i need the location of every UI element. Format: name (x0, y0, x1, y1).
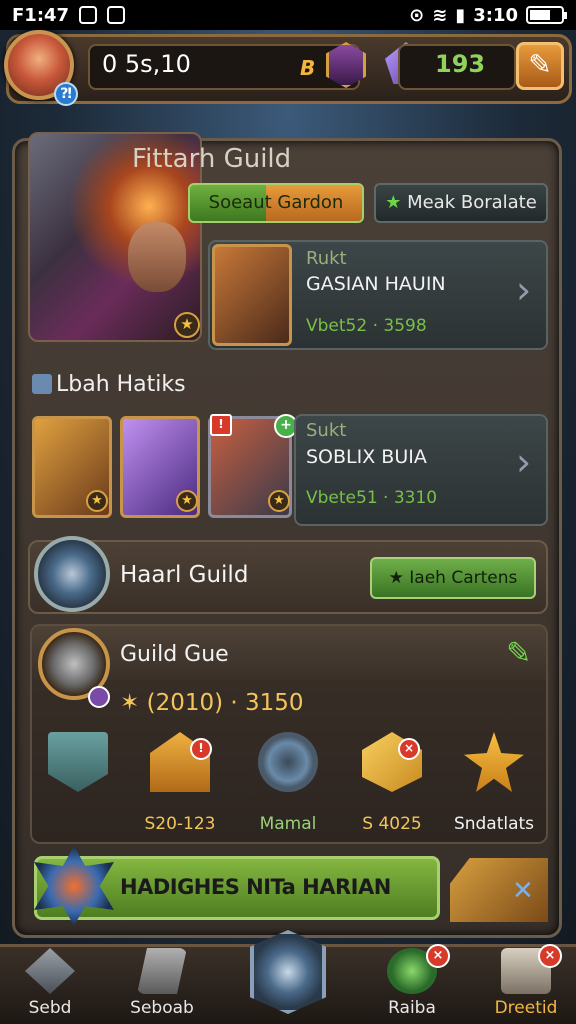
guild-gue-title: Guild Gue (120, 642, 229, 667)
reward-item-1[interactable]: . (30, 732, 126, 834)
reward-item-3-label: Mamal (259, 814, 317, 834)
guild-emblem-icon (34, 536, 110, 612)
notification-icon (79, 6, 98, 24)
star-icon: ★ (385, 192, 402, 213)
boralate-button[interactable]: ★ Meak Boralate (374, 183, 548, 223)
alert-badge-icon: × (398, 738, 420, 760)
card2-label: Sukt (306, 420, 347, 441)
guild-gue-stat: ✶ (2010) · 3150 (120, 690, 304, 716)
section-title: Lbah Hatiks (32, 372, 186, 397)
app-icon (107, 6, 126, 24)
reward-item-5-label: Sndatlats (453, 814, 535, 834)
reward-item-3[interactable]: Mamal (240, 732, 336, 834)
nav-label: Sebd (28, 998, 72, 1018)
hero-face (128, 222, 186, 292)
alert-badge-icon: × (538, 944, 562, 968)
star-icon: ★ (176, 490, 198, 512)
alert-badge-icon: ! (190, 738, 212, 760)
guild-name: Haarl Guild (120, 562, 249, 588)
pencil-icon[interactable]: ✎ (506, 636, 542, 672)
section-title-text: Lbah Hatiks (56, 372, 186, 397)
guild-title: Fittarh Guild (132, 144, 292, 174)
cartens-button[interactable]: ★ Iaeh Cartens (370, 557, 536, 599)
star-icon (464, 732, 524, 792)
diamond-icon (25, 948, 75, 994)
gold-value: 0 5s,10 (102, 50, 191, 78)
home-hub-button[interactable] (250, 930, 326, 1014)
card1-label: Rukt (306, 248, 347, 269)
cartens-button-label: Iaeh Cartens (409, 568, 518, 588)
star-icon: ★ (86, 490, 108, 512)
nav-label: Dreetid (494, 998, 558, 1018)
star-icon: ★ (388, 568, 404, 588)
purple-badge-icon (88, 686, 110, 708)
status-time-right: 3:10 (473, 4, 518, 26)
edit-button[interactable]: ✎ (516, 42, 564, 90)
status-time-left: F1:47 (12, 4, 70, 26)
armor-item-icon (212, 244, 292, 346)
arrow-icon: ✕ (512, 876, 534, 906)
reward-item-2[interactable]: S20-123 (132, 732, 228, 834)
chevron-right-icon[interactable]: › (516, 268, 531, 312)
star-icon: ★ (268, 490, 290, 512)
card1-stat: Vbet52 · 3598 (306, 316, 427, 336)
alarm-icon: ⊙ (409, 4, 425, 26)
anvil-icon (137, 948, 187, 994)
alert-badge-icon: ! (210, 414, 232, 436)
card1-name: GASIAN HAUIN (306, 273, 446, 295)
wifi-icon: ≋ (432, 4, 448, 26)
battery-icon (526, 6, 567, 24)
card2-name: SOBLIX BUIA (306, 446, 427, 468)
nav-item-seboab[interactable]: Seboab (114, 948, 210, 1018)
gold-icon: B (300, 56, 316, 80)
signal-icon: ▮ (455, 4, 466, 26)
alert-badge-icon: × (426, 944, 450, 968)
garden-button[interactable]: Soeaut Gardon (188, 183, 364, 223)
reward-item-4-label: S 4025 (362, 814, 422, 834)
gem-value: 193 (435, 50, 486, 78)
nav-label: Seboab (130, 998, 194, 1018)
reward-item-5[interactable]: Sndatlats (446, 732, 542, 834)
reward-item-4[interactable]: S 4025 (344, 732, 440, 834)
section-icon (32, 374, 52, 394)
level-badge-icon: ⁈ (54, 82, 78, 106)
gear-icon (258, 732, 318, 792)
nav-item-sebd[interactable]: Sebd (2, 948, 98, 1018)
status-bar: F1:47 ⊙ ≋ ▮ 3:10 (0, 0, 576, 30)
star-icon: ★ (174, 312, 200, 338)
card2-stat: Vbete51 · 3310 (306, 488, 438, 508)
guild-gue-stat-value: (2010) · 3150 (146, 690, 304, 716)
sparkle-icon: ✶ (120, 690, 147, 716)
boralate-button-label: Meak Boralate (407, 192, 537, 213)
nav-label: Raiba (388, 998, 436, 1018)
banner-text: HADIGHES NITa HARIAN (120, 875, 391, 899)
shield-icon (48, 732, 108, 792)
reward-item-2-label: S20-123 (144, 814, 216, 834)
garden-button-label: Soeaut Gardon (208, 192, 344, 213)
chevron-right-icon[interactable]: › (516, 440, 531, 484)
